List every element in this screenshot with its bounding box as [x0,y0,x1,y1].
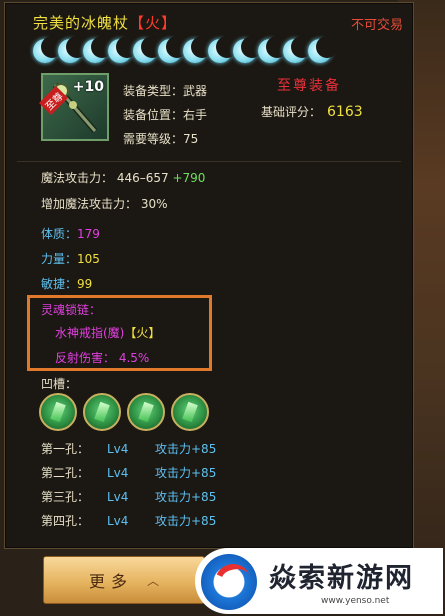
hole-level: Lv4 [107,490,129,504]
hole-bonus: 攻击力+85 [155,490,217,504]
moon-icon [183,36,213,63]
moon-icon [33,36,63,63]
magic-attack-increase-label: 增加魔法攻击力： [41,197,138,211]
hole-bonus: 攻击力+85 [155,514,217,528]
ring-element: 【火】 [124,326,161,340]
physique-label: 体质： [41,227,78,241]
base-score: 基础评分： 6163 [261,103,363,120]
soul-chain-title: 灵魂锁链： [41,303,102,317]
physique-line: 体质：179 [41,225,100,242]
watermark: 焱索新游网 www.yenso.net [195,548,443,614]
item-tooltip-panel: 完美的冰魄杖【火】 不可交易 +10 至尊 装备类型：武器 装备位置：右手 需要… [4,2,414,549]
soul-chain-reflect: 反射伤害： 4.5% [55,349,149,366]
slots-label: 凹槽： [41,377,78,391]
hole-bonus: 攻击力+85 [155,466,217,480]
tooltip-header: 完美的冰魄杖【火】 不可交易 [33,11,403,33]
hole-name: 第三孔： [41,490,90,504]
hole-bonus: 攻击力+85 [155,442,217,456]
watermark-url: www.yenso.net [321,596,390,606]
upgrade-level: +10 [72,79,104,95]
moon-icon [108,36,138,63]
hole-name: 第一孔： [41,442,90,456]
physique-value: 179 [77,227,100,241]
watermark-title: 焱索新游网 [269,563,414,594]
agility-label: 敏捷： [41,277,78,291]
moon-icon [133,36,163,63]
gem-slot-icon[interactable] [171,393,209,431]
agility-value: 99 [77,277,93,291]
hole-level: Lv4 [107,466,129,480]
item-element-tag: 【火】 [129,14,178,32]
agility-line: 敏捷：99 [41,275,92,292]
strength-label: 力量： [41,252,78,266]
gem-slots [39,393,209,431]
moon-icon [283,36,313,63]
divider [17,161,401,162]
item-title: 完美的冰魄杖【火】 [33,12,177,33]
moon-icon [308,36,338,63]
hole-row: 第三孔： Lv4 攻击力+85 [41,486,401,508]
supreme-label: 至尊装备 [277,78,341,94]
gem-slot-icon[interactable] [83,393,121,431]
hole-name: 第四孔： [41,514,90,528]
soul-chain-ring: 水神戒指(魔)【火】 [55,324,160,341]
hole-row: 第一孔： Lv4 攻击力+85 [41,438,401,460]
reflect-label: 反射伤害： [55,351,116,365]
base-score-label: 基础评分： [261,105,322,119]
ring-name: 水神戒指(魔) [55,326,125,340]
hole-row: 第四孔： Lv4 攻击力+85 [41,510,401,532]
moon-icon [58,36,88,63]
equip-type: 装备类型：武器 [123,84,208,98]
more-button[interactable]: 更多 ︿ [43,556,205,604]
hole-name: 第二孔： [41,466,90,480]
site-logo-icon [201,554,257,610]
magic-attack-bonus: +790 [172,171,206,185]
magic-attack-line: 魔法攻击力： 446–657 +790 [41,169,205,186]
hole-level: Lv4 [107,514,129,528]
moon-icon [83,36,113,63]
strength-line: 力量：105 [41,250,100,267]
magic-attack-label: 魔法攻击力： [41,171,114,185]
refine-moons [33,36,338,67]
hole-level: Lv4 [107,442,129,456]
hole-row: 第二孔： Lv4 攻击力+85 [41,462,401,484]
chevron-up-icon: ︿ [147,573,160,588]
required-level: 需要等级：75 [123,132,199,146]
reflect-value: 4.5% [118,351,150,365]
magic-attack-increase-line: 增加魔法攻击力： 30% [41,195,168,212]
more-button-label: 更多 [88,572,133,591]
moon-icon [158,36,188,63]
gem-slot-icon[interactable] [127,393,165,431]
trade-status: 不可交易 [350,18,403,33]
moon-icon [258,36,288,63]
magic-attack-range: 446–657 [116,171,169,185]
magic-attack-increase-value: 30% [140,197,168,211]
moon-icon [233,36,263,63]
strength-value: 105 [77,252,100,266]
item-name: 完美的冰魄杖 [33,14,130,32]
gem-slot-icon[interactable] [39,393,77,431]
item-icon[interactable]: +10 至尊 [39,73,109,141]
moon-icon [208,36,238,63]
base-score-value: 6163 [327,104,363,120]
